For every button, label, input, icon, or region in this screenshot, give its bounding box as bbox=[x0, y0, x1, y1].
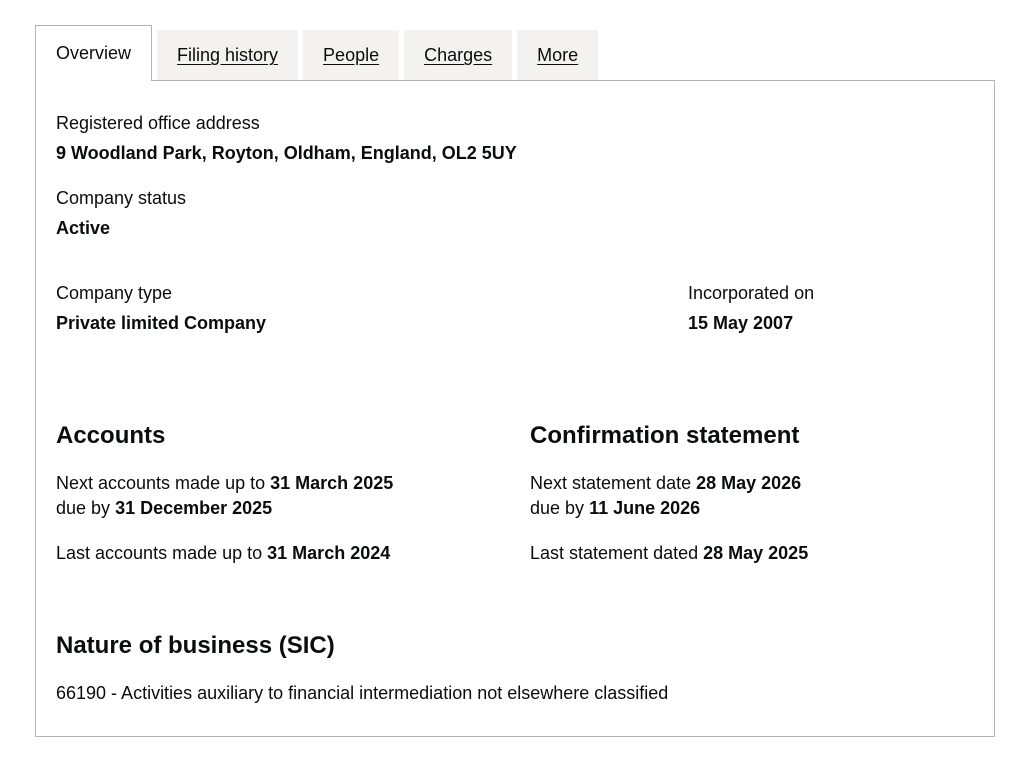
accounts-last-line: Last accounts made up to 31 March 2024 bbox=[56, 541, 390, 566]
sic-heading: Nature of business (SIC) bbox=[56, 632, 335, 659]
tab-overview[interactable]: Overview bbox=[35, 25, 153, 81]
overview-panel: Registered office address 9 Woodland Par… bbox=[35, 80, 995, 737]
confirmation-next-label: Next statement date bbox=[530, 473, 692, 493]
accounts-next-line: Next accounts made up to 31 March 2025 bbox=[56, 471, 393, 496]
tab-filing-history-label: Filing history bbox=[177, 45, 279, 65]
accounts-due-value: 31 December 2025 bbox=[115, 498, 273, 518]
confirmation-heading: Confirmation statement bbox=[530, 422, 800, 449]
registered-office-value: 9 Woodland Park, Royton, Oldham, England… bbox=[56, 143, 517, 163]
accounts-last-value: 31 March 2024 bbox=[267, 543, 391, 563]
accounts-next-value: 31 March 2025 bbox=[270, 473, 394, 493]
confirmation-next-value: 28 May 2026 bbox=[696, 473, 802, 493]
registered-office-label: Registered office address bbox=[56, 113, 260, 133]
confirmation-due-label: due by bbox=[530, 498, 585, 518]
tab-people[interactable]: People bbox=[303, 30, 400, 80]
confirmation-due-value: 11 June 2026 bbox=[589, 498, 701, 518]
accounts-next-label: Next accounts made up to bbox=[56, 473, 266, 493]
tab-more-label: More bbox=[537, 45, 579, 65]
incorporated-label: Incorporated on bbox=[688, 283, 815, 303]
tab-filing-history[interactable]: Filing history bbox=[157, 30, 299, 80]
accounts-heading: Accounts bbox=[56, 422, 166, 449]
accounts-last-label: Last accounts made up to bbox=[56, 543, 263, 563]
accounts-due-line: due by 31 December 2025 bbox=[56, 496, 272, 521]
tab-people-label: People bbox=[323, 45, 380, 65]
company-status-value: Active bbox=[56, 218, 111, 238]
tab-more[interactable]: More bbox=[517, 30, 599, 80]
company-type-value: Private limited Company bbox=[56, 313, 267, 333]
confirmation-next-line: Next statement date 28 May 2026 bbox=[530, 471, 801, 496]
incorporated-value: 15 May 2007 bbox=[688, 313, 794, 333]
confirmation-due-line: due by 11 June 2026 bbox=[530, 496, 700, 521]
tab-list: Overview Filing history People Charges M… bbox=[35, 25, 603, 81]
sic-item: 66190 - Activities auxiliary to financia… bbox=[56, 683, 669, 703]
tab-overview-label: Overview bbox=[56, 43, 132, 63]
tab-charges-label: Charges bbox=[424, 45, 493, 65]
company-type-label: Company type bbox=[56, 283, 173, 303]
company-status-label: Company status bbox=[56, 188, 187, 208]
tab-charges[interactable]: Charges bbox=[404, 30, 513, 80]
accounts-due-label: due by bbox=[56, 498, 111, 518]
confirmation-last-value: 28 May 2025 bbox=[703, 543, 809, 563]
confirmation-last-line: Last statement dated 28 May 2025 bbox=[530, 541, 808, 566]
confirmation-last-label: Last statement dated bbox=[530, 543, 699, 563]
